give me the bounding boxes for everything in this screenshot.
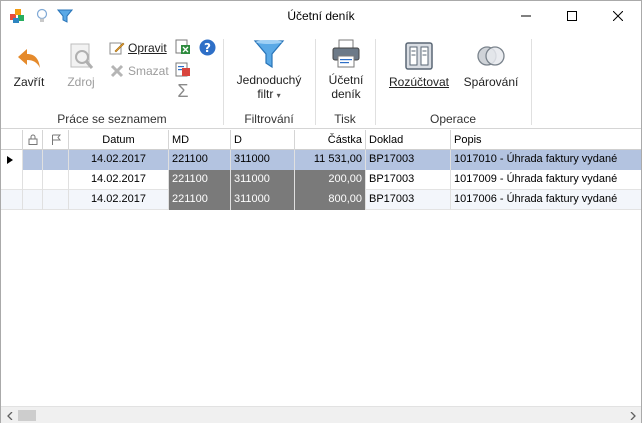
export-excel-icon[interactable] (175, 39, 191, 55)
maximize-button[interactable] (549, 1, 595, 31)
pencil-icon (109, 42, 125, 55)
column-header-datum[interactable]: Datum (69, 130, 169, 150)
source-button-label: Zdroj (67, 75, 95, 89)
printer-icon (332, 39, 360, 68)
column-header-doklad[interactable]: Doklad (366, 130, 451, 150)
edit-button[interactable]: Opravit (109, 38, 167, 58)
cell-md[interactable]: 221100 (169, 190, 231, 210)
row-indicator (1, 170, 23, 190)
column-header-popis[interactable]: Popis (451, 130, 641, 150)
minimize-button[interactable] (503, 1, 549, 31)
funnel-icon (253, 40, 285, 69)
flag-cell (43, 170, 69, 190)
pair-button-label: Spárování (463, 75, 519, 89)
table-row[interactable]: 14.02.2017 221100 311000 200,00 BP17003 … (1, 170, 641, 190)
lock-column-header[interactable] (23, 130, 43, 150)
pair-icon (477, 46, 505, 66)
delete-button-label: Smazat (128, 64, 169, 78)
flag-icon (51, 134, 61, 145)
chevron-left-icon (6, 411, 12, 420)
delete-button[interactable]: Smazat (109, 61, 169, 81)
export-document-icon[interactable] (175, 62, 191, 78)
group-label-list: Práce se seznamem (57, 112, 167, 126)
cell-md[interactable]: 221100 (169, 170, 231, 190)
scroll-right-button[interactable] (624, 407, 641, 423)
cell-popis[interactable]: 1017010 - Úhrada faktury vydané (451, 150, 641, 170)
dropdown-arrow-icon: ▾ (276, 91, 281, 100)
cell-d[interactable]: 311000 (231, 170, 295, 190)
flag-column-header[interactable] (43, 130, 69, 150)
delete-x-icon (110, 64, 124, 78)
help-icon[interactable]: ? (199, 39, 216, 56)
cell-popis[interactable]: 1017006 - Úhrada faktury vydané (451, 190, 641, 210)
group-label-filter: Filtrování (244, 112, 294, 126)
chevron-right-icon (630, 411, 636, 420)
flag-cell (43, 150, 69, 170)
table-row[interactable]: 14.02.2017 221100 311000 11 531,00 BP170… (1, 150, 641, 170)
cell-castka[interactable]: 200,00 (295, 170, 366, 190)
horizontal-scrollbar[interactable] (1, 406, 641, 423)
grid-header: Datum MD D Částka Doklad Popis (1, 130, 641, 150)
maximize-icon (567, 11, 577, 21)
window: Účetní deník Zavřít Zdroj Opravit Smazat… (0, 0, 642, 423)
edit-button-label: Opravit (128, 41, 167, 55)
group-label-print: Tisk (334, 112, 356, 126)
title-bar: Účetní deník (1, 1, 641, 33)
cell-d[interactable]: 311000 (231, 150, 295, 170)
close-window-button[interactable] (595, 1, 641, 31)
table-row[interactable]: 14.02.2017 221100 311000 800,00 BP17003 … (1, 190, 641, 210)
cell-d[interactable]: 311000 (231, 190, 295, 210)
cell-md[interactable]: 221100 (169, 150, 231, 170)
sum-icon[interactable]: Σ (175, 81, 191, 101)
journal-grid: Datum MD D Částka Doklad Popis 14.02.201… (1, 130, 641, 406)
column-header-castka[interactable]: Částka (295, 130, 366, 150)
scroll-left-button[interactable] (1, 407, 18, 423)
allocate-button-label: Rozúčtovat (388, 75, 450, 89)
back-arrow-icon (18, 49, 40, 68)
journal-label-line1: Účetní (328, 73, 364, 87)
allocate-icon (405, 42, 433, 70)
row-indicator (1, 150, 23, 170)
lock-cell (23, 150, 43, 170)
column-header-d[interactable]: D (231, 130, 295, 150)
svg-text:?: ? (204, 41, 211, 55)
simple-filter-button[interactable]: Jednoduchý filtr ▾ (231, 39, 307, 101)
cell-datum[interactable]: 14.02.2017 (69, 170, 169, 190)
group-label-operations: Operace (429, 112, 477, 126)
cell-castka[interactable]: 800,00 (295, 190, 366, 210)
cell-datum[interactable]: 14.02.2017 (69, 190, 169, 210)
pair-button[interactable]: Spárování (459, 41, 523, 89)
current-row-arrow-icon (7, 156, 13, 164)
cell-doklad[interactable]: BP17003 (366, 190, 451, 210)
scrollbar-thumb[interactable] (18, 410, 36, 421)
flag-cell (43, 190, 69, 210)
simple-filter-label-line2: filtr (257, 87, 274, 101)
source-button[interactable]: Zdroj (61, 41, 101, 89)
lock-cell (23, 170, 43, 190)
close-icon (613, 11, 623, 21)
column-header-md[interactable]: MD (169, 130, 231, 150)
close-button-label: Zavřít (13, 75, 45, 89)
close-button[interactable]: Zavřít (9, 45, 49, 89)
minimize-icon (521, 15, 531, 17)
lock-icon (28, 134, 37, 145)
allocate-button[interactable]: Rozúčtovat (387, 41, 451, 89)
row-indicator-header (1, 130, 23, 150)
journal-print-button[interactable]: Účetní deník (321, 39, 371, 101)
cell-castka[interactable]: 11 531,00 (295, 150, 366, 170)
source-document-icon (70, 43, 94, 69)
cell-popis[interactable]: 1017009 - Úhrada faktury vydané (451, 170, 641, 190)
cell-doklad[interactable]: BP17003 (366, 170, 451, 190)
row-indicator (1, 190, 23, 210)
cell-doklad[interactable]: BP17003 (366, 150, 451, 170)
group-separator (531, 39, 532, 125)
simple-filter-label-line1: Jednoduchý (236, 73, 302, 87)
journal-label-line2: deník (331, 87, 361, 101)
lock-cell (23, 190, 43, 210)
cell-datum[interactable]: 14.02.2017 (69, 150, 169, 170)
ribbon: Zavřít Zdroj Opravit Smazat ? Σ Práce se… (1, 33, 641, 129)
